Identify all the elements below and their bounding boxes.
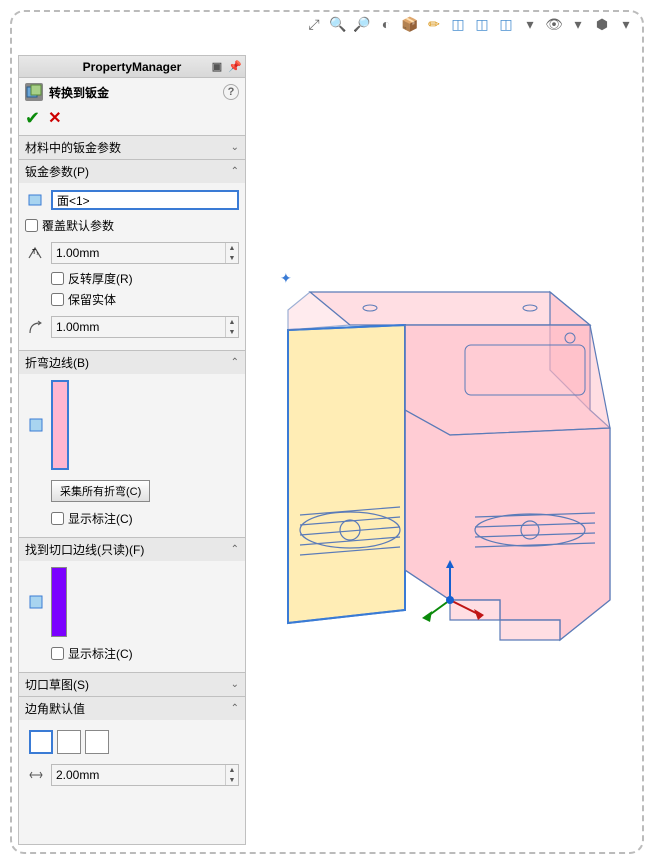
chevron-up-icon[interactable]: ⌃ <box>231 544 239 555</box>
cube2-icon[interactable]: ◫ <box>472 14 492 34</box>
collect-bends-button[interactable]: 采集所有折弯(C) <box>51 480 150 502</box>
help-button[interactable]: ? <box>223 84 239 100</box>
corner-type-3[interactable] <box>85 730 109 754</box>
dropdown1-icon[interactable]: ▾ <box>520 14 540 34</box>
down-arrow-icon[interactable]: ▼ <box>225 327 238 337</box>
svg-text:T₁: T₁ <box>32 249 39 256</box>
dropdown3-icon[interactable]: ▾ <box>616 14 636 34</box>
sheet-metal-icon <box>25 83 43 101</box>
section-sketch-title: 切口草图(S) <box>25 676 89 693</box>
corner-type-icons <box>25 726 239 758</box>
purple-colorbar <box>52 568 66 636</box>
keep-check[interactable]: 保留实体 <box>51 291 239 308</box>
view-orient-icon[interactable]: 📦 <box>400 14 420 34</box>
chevron-down-icon[interactable]: ⌄ <box>231 142 239 153</box>
chevron-down-icon[interactable]: ⌄ <box>231 679 239 690</box>
section-params: 钣金参数(P) ⌃ 面<1> 覆盖默认参数 T₁ ▲▼ 反转厚度(R) 保留实体 <box>19 159 245 350</box>
section-rips: 找到切口边线(只读)(F) ⌃ 显示标注(C) <box>19 537 245 672</box>
section-bends: 折弯边线(B) ⌃ 采集所有折弯(C) 显示标注(C) <box>19 350 245 537</box>
dropdown2-icon[interactable]: ▾ <box>568 14 588 34</box>
down-arrow-icon[interactable]: ▼ <box>225 775 238 785</box>
corner-type-1[interactable] <box>29 730 53 754</box>
zoom-area-icon[interactable]: 🔍 <box>328 14 348 34</box>
pushpin-icon[interactable]: 📌 <box>227 59 243 75</box>
corner-type-2[interactable] <box>57 730 81 754</box>
radius-input[interactable]: ▲▼ <box>51 316 239 338</box>
section-bends-title: 折弯边线(B) <box>25 354 89 371</box>
section-material-title: 材料中的钣金参数 <box>25 139 121 156</box>
show-markers-rip-check[interactable]: 显示标注(C) <box>51 645 239 662</box>
bend-edges-list[interactable] <box>51 380 69 470</box>
section-icon[interactable]: ◐ <box>376 14 396 34</box>
ok-button[interactable]: ✔ <box>25 108 40 129</box>
panel-title: PropertyManager <box>83 60 182 74</box>
up-arrow-icon[interactable]: ▲ <box>225 765 238 775</box>
gap-input[interactable]: ▲▼ <box>51 764 239 786</box>
section-corners-title: 边角默认值 <box>25 700 85 717</box>
cube3-icon[interactable]: ◫ <box>496 14 516 34</box>
chevron-up-icon[interactable]: ⌃ <box>231 166 239 177</box>
viewport-3d[interactable] <box>270 270 630 690</box>
appearance-icon[interactable]: ⬢ <box>592 14 612 34</box>
display-style-icon[interactable]: ✏ <box>424 14 444 34</box>
section-corners: 边角默认值 ⌃ ▲▼ <box>19 696 245 798</box>
zoom-fit-icon[interactable]: ⤢ <box>304 14 324 34</box>
panel-header: PropertyManager ▣ 📌 <box>19 56 245 78</box>
feature-title: 转换到钣金 <box>49 84 109 101</box>
cube1-icon[interactable]: ◫ <box>448 14 468 34</box>
face-selection-input[interactable]: 面<1> <box>51 190 239 210</box>
down-arrow-icon[interactable]: ▼ <box>225 253 238 263</box>
thickness-input[interactable]: ▲▼ <box>51 242 239 264</box>
up-arrow-icon[interactable]: ▲ <box>225 317 238 327</box>
chevron-up-icon[interactable]: ⌃ <box>231 703 239 714</box>
edge-select-icon <box>25 414 47 436</box>
gap-icon <box>25 764 47 786</box>
section-material: 材料中的钣金参数 ⌄ <box>19 135 245 159</box>
pink-colorbar <box>53 382 67 468</box>
thickness-icon: T₁ <box>25 242 47 264</box>
confirm-row: ✔ ✕ <box>19 106 245 135</box>
hide-show-icon[interactable]: 👁 <box>544 14 564 34</box>
feature-title-row: 转换到钣金 ? <box>19 78 245 106</box>
property-manager-panel: PropertyManager ▣ 📌 转换到钣金 ? ✔ ✕ 材料中的钣金参数… <box>18 55 246 845</box>
edge-select-icon <box>25 591 47 613</box>
reverse-check[interactable]: 反转厚度(R) <box>51 270 239 287</box>
view-toolbar: ⤢ 🔍 🔎 ◐ 📦 ✏ ◫ ◫ ◫ ▾ 👁 ▾ ⬢ ▾ <box>304 14 636 34</box>
override-check[interactable]: 覆盖默认参数 <box>25 217 239 234</box>
section-params-title: 钣金参数(P) <box>25 163 89 180</box>
section-sketch: 切口草图(S) ⌄ <box>19 672 245 696</box>
chevron-up-icon[interactable]: ⌃ <box>231 357 239 368</box>
up-arrow-icon[interactable]: ▲ <box>225 243 238 253</box>
rip-edges-list <box>51 567 67 637</box>
show-markers-check[interactable]: 显示标注(C) <box>51 510 239 527</box>
pin-icon[interactable]: ▣ <box>209 59 225 75</box>
section-rips-title: 找到切口边线(只读)(F) <box>25 541 144 558</box>
face-select-icon <box>25 189 47 211</box>
radius-icon <box>25 316 47 338</box>
cancel-button[interactable]: ✕ <box>48 108 61 129</box>
zoom-prev-icon[interactable]: 🔎 <box>352 14 372 34</box>
